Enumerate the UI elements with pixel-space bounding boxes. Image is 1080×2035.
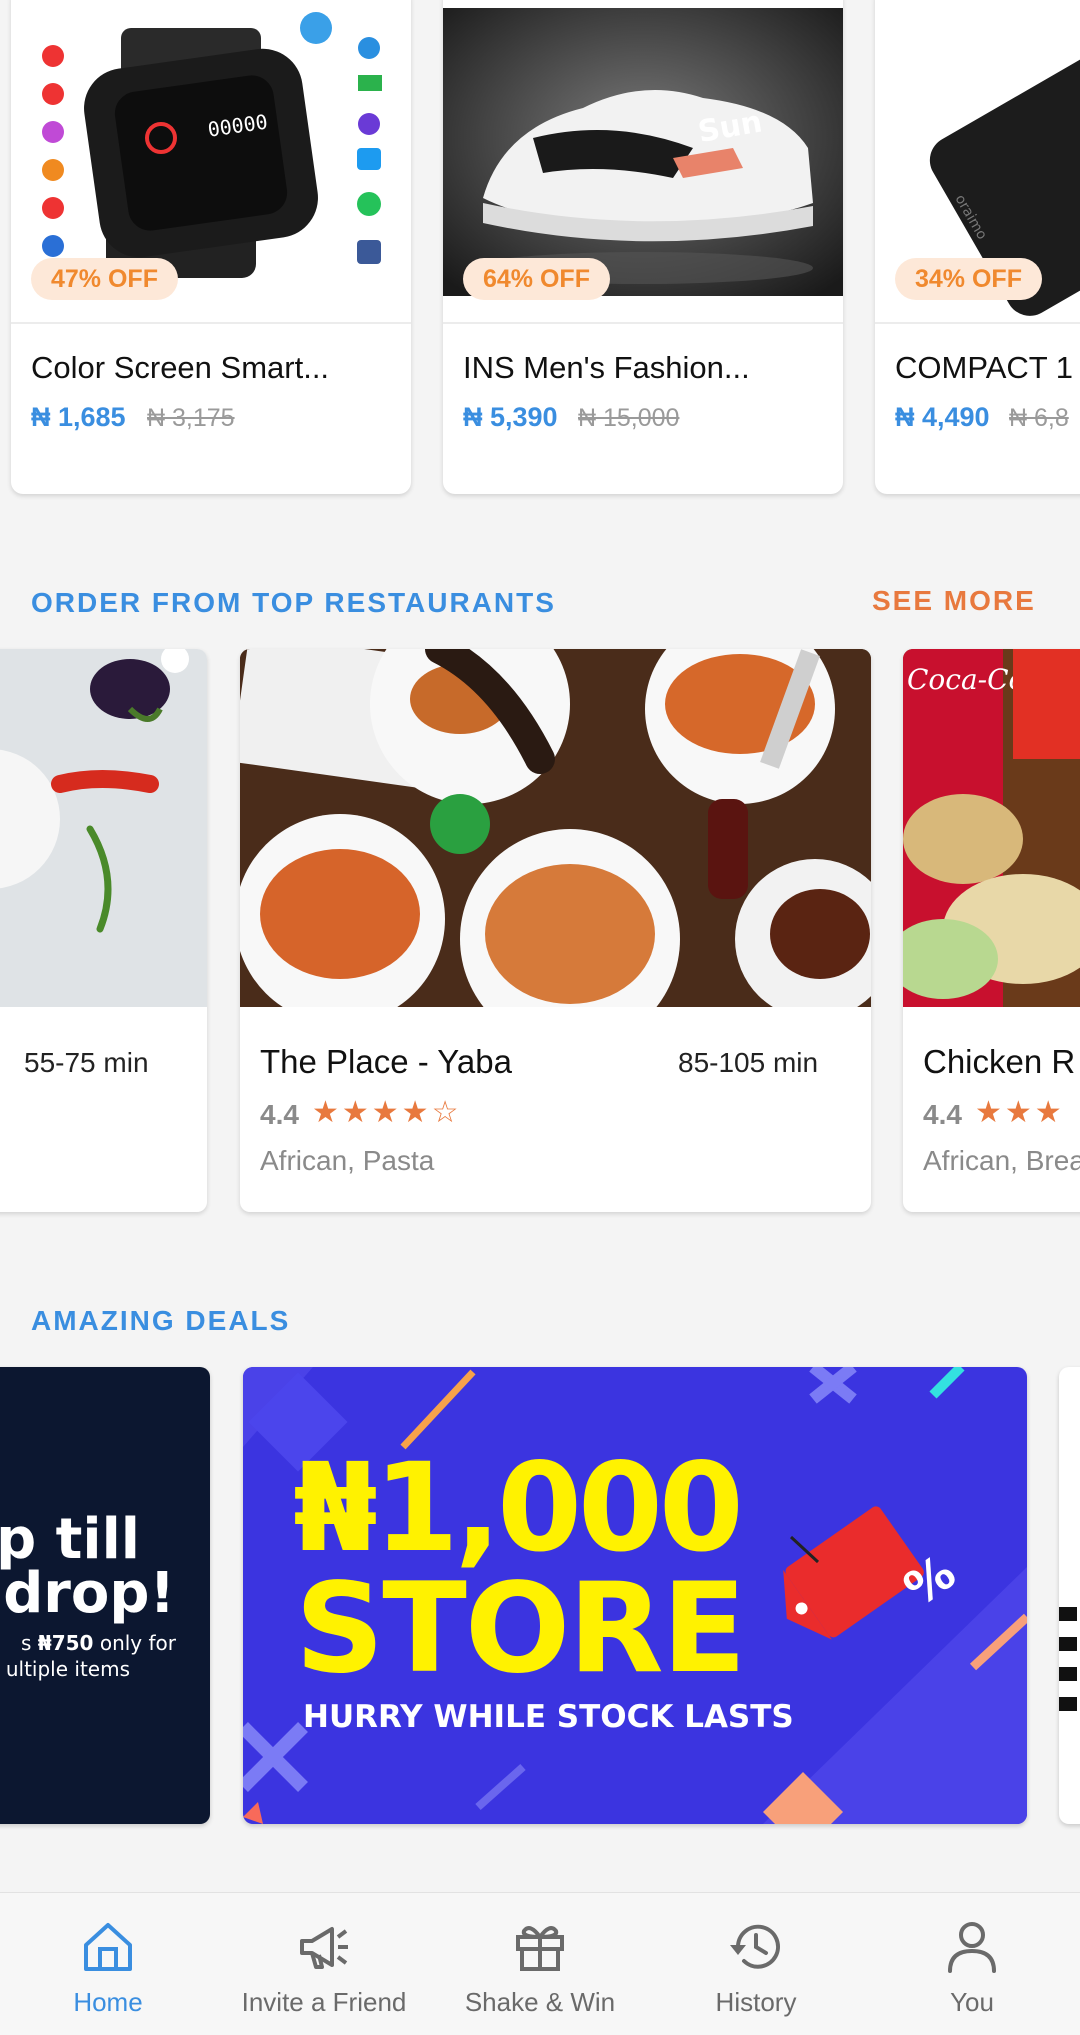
nav-home[interactable]: Home xyxy=(0,1893,216,2035)
product-card[interactable]: 00000 47% OFF Color Screen Smart... ₦ 1,… xyxy=(11,0,411,494)
restaurant-card[interactable]: Coca-Co Chicken R 4.4 ★★★ African, Brea xyxy=(903,649,1080,1212)
discount-badge: 34% OFF xyxy=(895,258,1042,300)
product-name: COMPACT 1 xyxy=(895,350,1073,385)
nav-invite-a-friend[interactable]: Invite a Friend xyxy=(216,1893,432,2035)
history-icon xyxy=(730,1924,780,1969)
delivery-time: 85-105 min xyxy=(678,1047,819,1078)
restaurant-image xyxy=(0,649,207,1007)
restaurant-card[interactable]: 55-75 min xyxy=(0,649,207,1212)
restaurant-rating: 4.4 xyxy=(923,1099,962,1130)
product-card[interactable]: oraimo 34% OFF COMPACT 1 ₦ 4,490 ₦ 6,8 xyxy=(875,0,1080,494)
product-name: INS Men's Fashion... xyxy=(463,350,750,385)
product-old-price: ₦ 15,000 xyxy=(578,404,680,432)
deal-headline-2: drop! xyxy=(3,1561,175,1626)
product-price: ₦ 5,390 xyxy=(463,402,558,432)
deal-subtext: HURRY WHILE STOCK LASTS xyxy=(303,1699,794,1735)
nav-label-you: You xyxy=(950,1987,994,2017)
restaurant-name: The Place - Yaba xyxy=(260,1043,512,1080)
product-price: ₦ 1,685 xyxy=(31,402,126,432)
nav-label-shake: Shake & Win xyxy=(464,1987,616,2017)
megaphone-icon xyxy=(300,1927,348,1969)
bottom-navigation: Home Invite a Friend Shake & Win History xyxy=(0,1892,1080,2035)
gift-icon xyxy=(516,1926,564,1971)
product-price: ₦ 4,490 xyxy=(895,402,990,432)
deal-banner[interactable]: ₦1,000 STORE HURRY WHILE STOCK LASTS % xyxy=(243,1367,1027,1824)
discount-badge: 47% OFF xyxy=(31,258,178,300)
restaurant-cuisine: African, Brea xyxy=(923,1145,1080,1176)
deal-subtext: s ₦750 only for xyxy=(21,1631,176,1655)
deal-subtext-a: s xyxy=(21,1631,38,1655)
nav-shake-and-win[interactable]: Shake & Win xyxy=(432,1893,648,2035)
product-card[interactable]: Sun 64% OFF INS Men's Fashion... ₦ 5,390… xyxy=(443,0,843,494)
restaurant-cuisine: African, Pasta xyxy=(260,1145,435,1176)
rating-stars: ★★★ xyxy=(975,1096,1065,1129)
nav-label-history: History xyxy=(715,1987,797,2017)
home-feed[interactable]: 00000 47% OFF Color Screen Smart... ₦ 1,… xyxy=(0,0,1080,1892)
restaurant-rating: 4.4 xyxy=(260,1099,299,1130)
nav-label-home: Home xyxy=(73,1987,143,2017)
product-old-price: ₦ 6,8 xyxy=(1009,404,1069,432)
restaurant-image xyxy=(240,649,871,1007)
deal-subtext-c: only for xyxy=(93,1631,176,1655)
deal-banner[interactable]: p till drop! s ₦750 only for ultiple ite… xyxy=(0,1367,210,1824)
deal-subtext-2: ultiple items xyxy=(5,1657,130,1681)
deal-headline-2: STORE xyxy=(295,1557,746,1701)
delivery-time: 55-75 min xyxy=(24,1047,149,1078)
nav-label-invite: Invite a Friend xyxy=(241,1987,407,2017)
home-icon xyxy=(84,1923,132,1971)
discount-badge: 64% OFF xyxy=(463,258,610,300)
product-old-price: ₦ 3,175 xyxy=(147,404,235,432)
rating-stars: ★★★★☆ xyxy=(312,1096,462,1129)
product-name: Color Screen Smart... xyxy=(31,350,330,385)
see-more-link[interactable]: SEE MORE xyxy=(872,585,1036,617)
deal-banner[interactable] xyxy=(1059,1367,1080,1824)
restaurant-name: Chicken R xyxy=(923,1043,1076,1080)
section-title-restaurants: ORDER FROM TOP RESTAURANTS xyxy=(31,587,556,618)
nav-you[interactable]: You xyxy=(864,1893,1080,2035)
deal-subtext-price: ₦750 xyxy=(37,1631,94,1655)
section-title-deals: AMAZING DEALS xyxy=(31,1305,291,1336)
person-icon xyxy=(948,1922,996,1973)
restaurant-image: Coca-Co xyxy=(903,649,1080,1007)
restaurant-card[interactable]: The Place - Yaba 85-105 min 4.4 ★★★★☆ Af… xyxy=(240,649,871,1212)
nav-history[interactable]: History xyxy=(648,1893,864,2035)
